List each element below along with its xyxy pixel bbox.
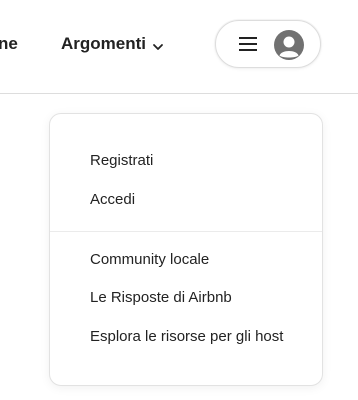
hamburger-icon <box>239 37 257 51</box>
page: ne Argomenti Registrati Accedi Community… <box>0 0 358 400</box>
account-dropdown-menu: Registrati Accedi Community locale Le Ri… <box>49 113 323 386</box>
account-menu-button[interactable] <box>215 20 321 68</box>
menu-item-community[interactable]: Community locale <box>90 251 209 268</box>
menu-item-airbnb-answers[interactable]: Le Risposte di Airbnb <box>90 289 232 306</box>
menu-divider <box>50 231 322 232</box>
menu-item-host-resources[interactable]: Esplora le risorse per gli host <box>90 328 283 345</box>
menu-item-log-in[interactable]: Accedi <box>90 191 135 208</box>
topics-dropdown[interactable]: Argomenti <box>61 34 164 54</box>
chevron-down-icon <box>152 38 164 50</box>
user-avatar-icon <box>274 30 304 60</box>
topics-label: Argomenti <box>61 34 146 53</box>
menu-item-sign-up[interactable]: Registrati <box>90 152 153 169</box>
nav-link-partial[interactable]: ne <box>0 34 18 54</box>
top-header: ne Argomenti <box>0 0 358 94</box>
